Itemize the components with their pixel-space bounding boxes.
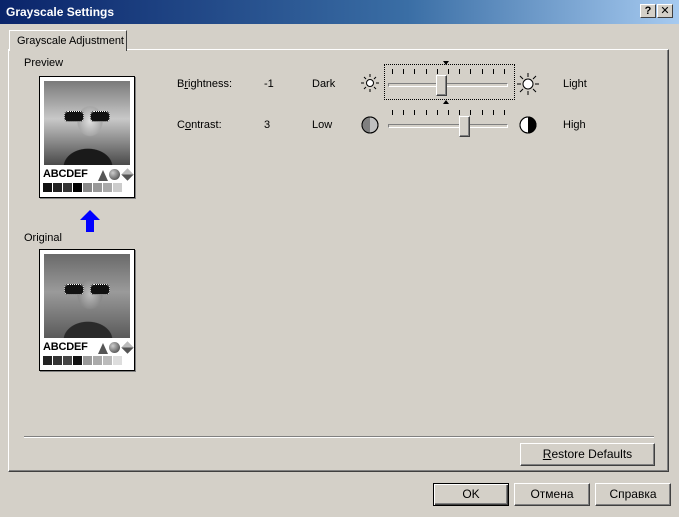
cancel-button[interactable]: Отмена — [514, 483, 590, 506]
contrast-label: Contrast: — [177, 119, 222, 131]
brightness-label: Brightness: — [177, 78, 233, 90]
contrast-min-label: Low — [312, 119, 333, 131]
contrast-value: 3 — [264, 119, 271, 131]
tick-mark — [482, 110, 483, 115]
preview-sample-text: ABCDEF — [43, 168, 88, 180]
brightness-ticks — [392, 69, 505, 75]
original-photo — [44, 254, 130, 338]
original-thumbnail: ABCDEF — [39, 249, 135, 371]
tab-label: Grayscale Adjustment — [17, 35, 124, 47]
tick-mark — [448, 110, 449, 115]
tick-mark — [414, 69, 415, 74]
contrast-ticks — [392, 110, 505, 116]
arrow-up-icon — [80, 210, 100, 232]
brightness-slider-thumb[interactable] — [436, 75, 447, 96]
title-bar: Grayscale Settings ? ✕ — [0, 0, 679, 24]
bright-sun-icon — [517, 73, 539, 95]
help-text-button[interactable]: Справка — [595, 483, 671, 506]
brightness-center-mark — [443, 61, 449, 65]
original-label: Original — [24, 232, 62, 244]
preview-label: Preview — [24, 57, 64, 69]
tick-mark — [403, 110, 404, 115]
gray-swatches — [43, 183, 123, 193]
tick-mark — [414, 110, 415, 115]
brightness-min-label: Dark — [312, 78, 336, 90]
contrast-slider[interactable] — [388, 124, 508, 128]
tick-mark — [470, 69, 471, 74]
tick-mark — [493, 69, 494, 74]
tick-mark — [403, 69, 404, 74]
brightness-slider[interactable] — [388, 83, 508, 87]
tick-mark — [459, 69, 460, 74]
tick-mark — [493, 110, 494, 115]
brightness-center-mark-bottom — [443, 100, 449, 104]
brightness-max-label: Light — [563, 78, 587, 90]
ok-button[interactable]: OK — [433, 483, 509, 506]
gray-swatches — [43, 356, 123, 366]
restore-defaults-button[interactable]: Restore Defaults — [520, 443, 655, 466]
tick-mark — [482, 69, 483, 74]
help-button[interactable]: ? — [640, 4, 656, 18]
preview-photo — [44, 81, 130, 165]
tick-mark — [392, 110, 393, 115]
brightness-value: -1 — [264, 78, 274, 90]
shapes-icon — [98, 341, 134, 355]
high-contrast-icon — [519, 116, 537, 134]
tick-mark — [459, 110, 460, 115]
low-contrast-icon — [361, 116, 379, 134]
tick-mark — [392, 69, 393, 74]
dim-sun-icon — [361, 74, 379, 92]
shapes-icon — [98, 168, 134, 182]
tick-mark — [448, 69, 449, 74]
separator — [24, 436, 654, 438]
tick-mark — [437, 110, 438, 115]
tick-mark — [504, 110, 505, 115]
tick-mark — [504, 69, 505, 74]
tick-mark — [426, 110, 427, 115]
close-button[interactable]: ✕ — [657, 4, 673, 18]
tick-mark — [426, 69, 427, 74]
contrast-slider-thumb[interactable] — [459, 116, 470, 137]
contrast-max-label: High — [563, 119, 586, 131]
window-title: Grayscale Settings — [6, 5, 115, 19]
tab-grayscale-adjustment[interactable]: Grayscale Adjustment — [9, 30, 127, 51]
tick-mark — [470, 110, 471, 115]
original-sample-text: ABCDEF — [43, 341, 88, 353]
tick-mark — [437, 69, 438, 74]
preview-thumbnail: ABCDEF — [39, 76, 135, 198]
